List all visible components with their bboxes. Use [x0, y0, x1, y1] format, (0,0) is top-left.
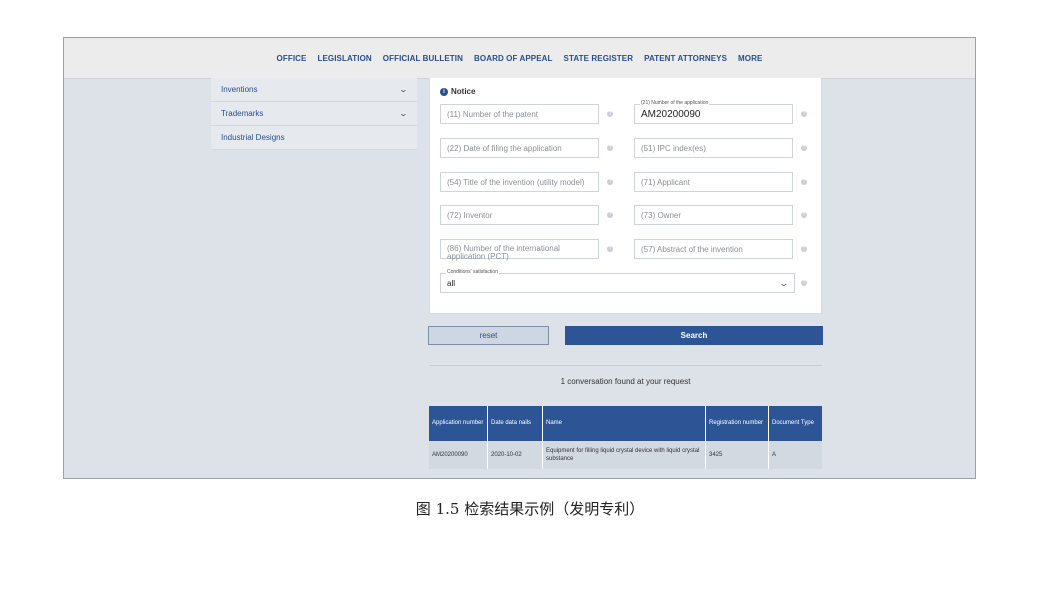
chevron-down-icon[interactable]: ⌄: [399, 85, 408, 94]
sidebar-item-inventions[interactable]: Inventions ⌄: [211, 78, 417, 102]
nav-more[interactable]: MORE: [738, 54, 762, 63]
applicant-input[interactable]: (71) Applicant: [634, 172, 793, 192]
sidebar-item-label: Inventions: [221, 85, 258, 94]
help-icon[interactable]: ?: [801, 280, 807, 286]
table-header-row: Application number Date data nails Name …: [429, 406, 822, 441]
title-input[interactable]: (54) Title of the invention (utility mod…: [440, 172, 599, 192]
cell-application-number[interactable]: AM20200090: [429, 441, 488, 469]
help-icon[interactable]: ?: [607, 145, 613, 151]
top-navigation: OFFICE LEGISLATION OFFICIAL BULLETIN BOA…: [64, 38, 975, 79]
help-icon[interactable]: ?: [607, 246, 613, 252]
help-icon[interactable]: ?: [801, 145, 807, 151]
cell-date: 2020-10-02: [487, 441, 543, 469]
application-number-value: AM20200090: [641, 108, 701, 120]
browser-screenshot: OFFICE LEGISLATION OFFICIAL BULLETIN BOA…: [63, 37, 976, 479]
cell-name[interactable]: Equipment for filling liquid crystal dev…: [542, 441, 706, 469]
notice-label: Notice: [451, 87, 476, 96]
nav-legislation[interactable]: LEGISLATION: [317, 54, 371, 63]
chevron-down-icon[interactable]: ⌄: [779, 278, 790, 289]
cell-registration-number: 3425: [705, 441, 769, 469]
help-icon[interactable]: ?: [607, 179, 613, 185]
nav-state-register[interactable]: STATE REGISTER: [564, 54, 634, 63]
info-icon: i: [440, 87, 448, 96]
column-header[interactable]: Document Type: [768, 406, 822, 441]
column-header[interactable]: Application number: [429, 406, 488, 441]
column-header[interactable]: Date data nails: [487, 406, 543, 441]
nav-board-of-appeal[interactable]: BOARD OF APPEAL: [474, 54, 553, 63]
nav-official-bulletin[interactable]: OFFICIAL BULLETIN: [383, 54, 463, 63]
search-form: i Notice (11) Number of the patent ? (21…: [429, 78, 822, 314]
intl-application-input[interactable]: (86) Number of the international applica…: [440, 239, 599, 261]
help-icon[interactable]: ?: [607, 212, 613, 218]
column-header[interactable]: Name: [542, 406, 706, 441]
sidebar-item-label: Trademarks: [221, 109, 264, 118]
sidebar-item-industrial-designs[interactable]: Industrial Designs: [211, 126, 417, 150]
patent-number-input[interactable]: (11) Number of the patent: [440, 104, 599, 124]
search-button[interactable]: Search: [565, 326, 823, 345]
notice-heading[interactable]: i Notice: [440, 87, 475, 96]
results-table: Application number Date data nails Name …: [429, 406, 822, 469]
help-icon[interactable]: ?: [801, 179, 807, 185]
results-count: 1 conversation found at your request: [560, 377, 691, 386]
nav-office[interactable]: OFFICE: [277, 54, 307, 63]
help-icon[interactable]: ?: [801, 212, 807, 218]
owner-input[interactable]: (73) Owner: [634, 205, 793, 225]
conditions-select[interactable]: Conditions' satisfaction all ⌄: [440, 269, 795, 293]
abstract-input[interactable]: (57) Abstract of the invention: [634, 239, 793, 259]
inventor-input[interactable]: (72) Inventor: [440, 205, 599, 225]
conditions-label: Conditions' satisfaction: [446, 269, 499, 275]
nav-patent-attorneys[interactable]: PATENT ATTORNEYS: [644, 54, 727, 63]
conditions-value: all: [447, 278, 456, 288]
sidebar: Inventions ⌄ Trademarks ⌄ Industrial Des…: [211, 78, 417, 150]
sidebar-item-trademarks[interactable]: Trademarks ⌄: [211, 102, 417, 126]
reset-button[interactable]: reset: [428, 326, 549, 345]
ipc-index-input[interactable]: (51) IPC index(es): [634, 138, 793, 158]
figure-caption: 图 1.5 检索结果示例（发明专利）: [415, 500, 645, 518]
cell-document-type: A: [768, 441, 822, 469]
help-icon[interactable]: ?: [607, 111, 613, 117]
table-row[interactable]: AM20200090 2020-10-02 Equipment for fill…: [429, 441, 822, 469]
help-icon[interactable]: ?: [801, 246, 807, 252]
chevron-down-icon[interactable]: ⌄: [399, 109, 408, 118]
application-number-input[interactable]: (21) Number of the application AM2020009…: [634, 100, 793, 124]
column-header[interactable]: Registration number: [705, 406, 769, 441]
help-icon[interactable]: ?: [801, 111, 807, 117]
sidebar-item-label: Industrial Designs: [221, 133, 285, 142]
filing-date-input[interactable]: (22) Date of filing the application: [440, 138, 599, 158]
divider: [429, 365, 822, 366]
application-number-label: (21) Number of the application: [640, 100, 710, 106]
